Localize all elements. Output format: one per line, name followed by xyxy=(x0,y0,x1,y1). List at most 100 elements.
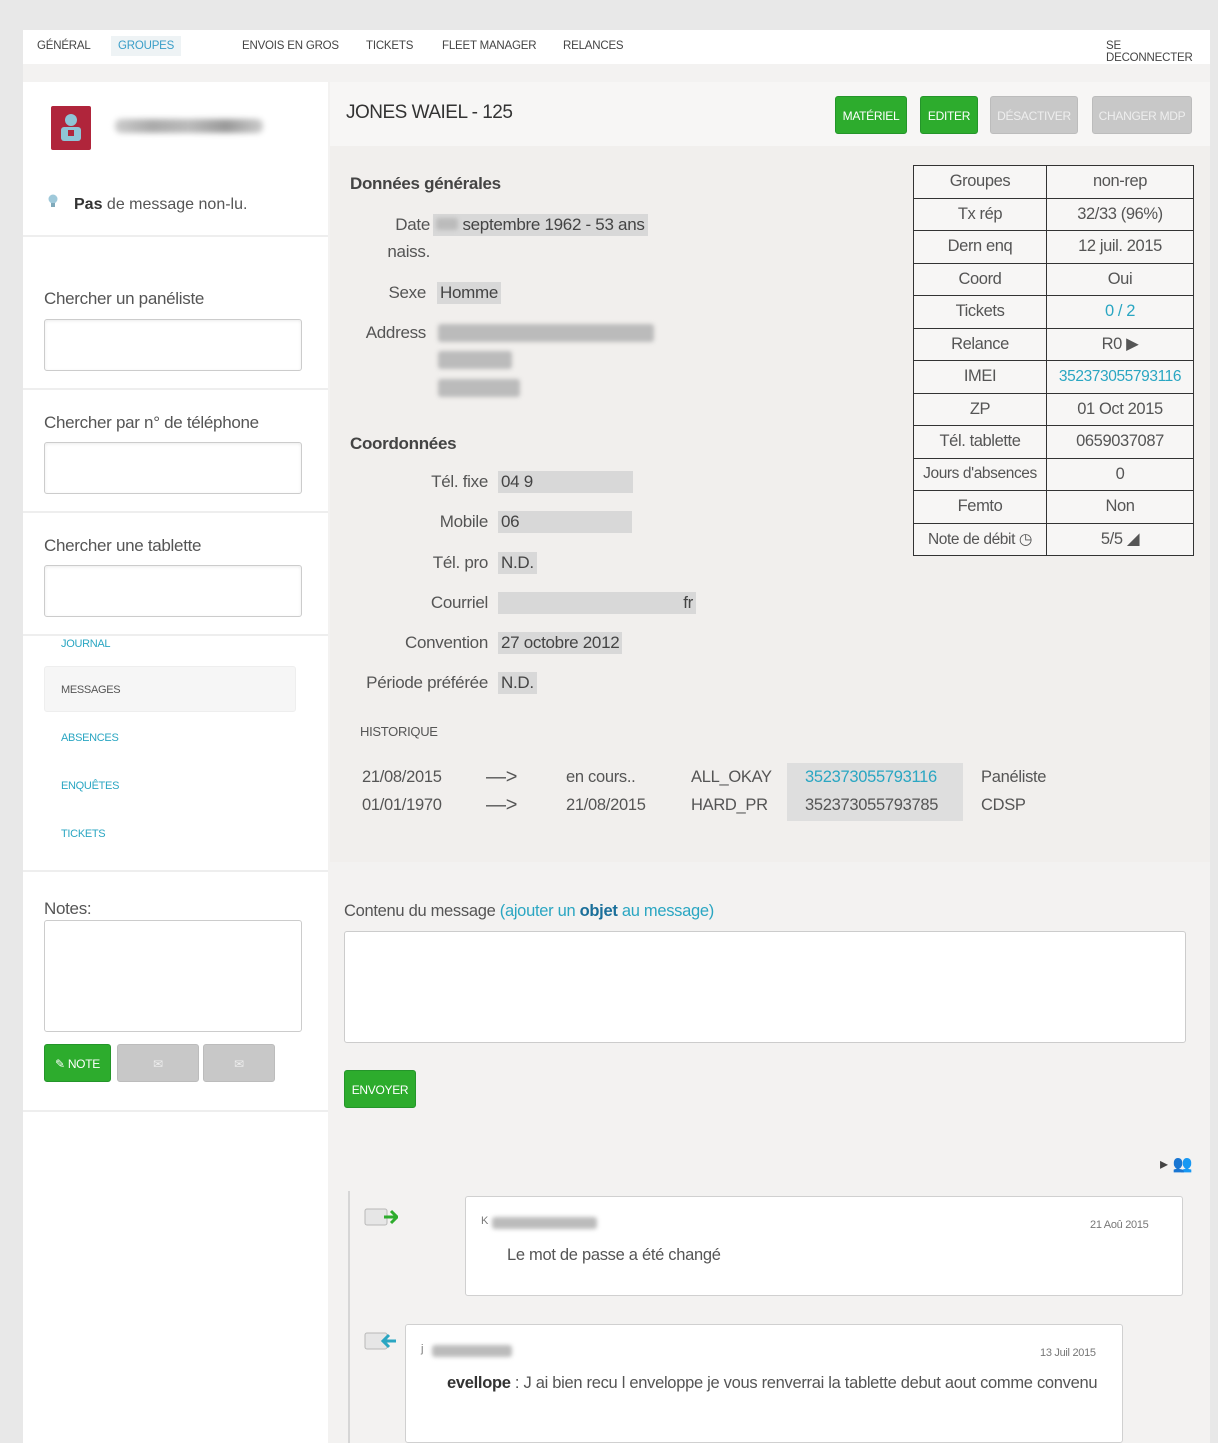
nav-groupes[interactable]: GROUPES xyxy=(111,36,182,56)
chart-icon: ◢ xyxy=(1126,530,1140,549)
info-key: Jours d'absences xyxy=(913,457,1047,491)
table-row: Tél. tablette 0659037087 xyxy=(913,425,1194,459)
relance-value[interactable]: R0 ▶ xyxy=(1046,327,1194,361)
sex-value: Homme xyxy=(437,282,502,304)
divider xyxy=(23,388,328,390)
message-text: Le mot de passe a été changé xyxy=(507,1246,721,1264)
message-author: j xyxy=(421,1343,424,1355)
notes-textarea[interactable] xyxy=(44,920,302,1032)
info-value: Oui xyxy=(1046,262,1194,296)
nav-tickets[interactable]: TICKETS xyxy=(366,40,413,52)
send-button[interactable]: ENVOYER xyxy=(344,1070,416,1108)
message-date: 21 Aoû 2015 xyxy=(1090,1219,1149,1231)
dob-label-2: naiss. xyxy=(387,242,430,261)
panelist-header: JONES WAIEL - 125 MATÉRIEL EDITER DÉSACT… xyxy=(330,82,1210,146)
divider xyxy=(23,1110,328,1112)
mobile-value: 06 xyxy=(498,511,632,533)
message-author: K xyxy=(481,1215,489,1227)
nav-relances[interactable]: RELANCES xyxy=(563,40,624,52)
message-card: K 21 Aoû 2015 Le mot de passe a été chan… xyxy=(465,1196,1183,1296)
note-button-2[interactable]: ✉ xyxy=(117,1044,199,1082)
info-key: Note de débit ◷ xyxy=(913,522,1047,556)
info-value: 32/33 (96%) xyxy=(1046,197,1194,231)
info-value: 12 juil. 2015 xyxy=(1046,230,1194,264)
note-button[interactable]: ✎ NOTE xyxy=(44,1044,111,1082)
subnav-journal[interactable]: JOURNAL xyxy=(61,638,111,650)
panelist-info-table: Groupes non-rep Tx rép 32/33 (96%) Dern en… xyxy=(913,165,1194,556)
search-panelist-label: Chercher un panéliste xyxy=(44,289,205,308)
sidebar: Pas de message non-lu. Chercher un panél… xyxy=(23,82,328,1443)
history-arrow: —> xyxy=(486,794,518,816)
info-value: 0 xyxy=(1046,457,1194,491)
message-textarea[interactable] xyxy=(344,931,1186,1043)
note-button-3[interactable]: ✉ xyxy=(203,1044,275,1082)
info-key: Dern enq xyxy=(913,230,1047,264)
table-row: Note de débit ◷ 5/5 ◢ xyxy=(913,522,1194,556)
outgoing-message-icon xyxy=(364,1208,398,1226)
top-nav: GÉNÉRAL GROUPES ENVOIS EN GROS TICKETS F… xyxy=(23,30,1210,64)
info-key: ZP xyxy=(913,392,1047,426)
table-row: Groupes non-rep xyxy=(913,165,1194,199)
search-panelist-input[interactable] xyxy=(44,319,302,371)
subnav-tickets[interactable]: TICKETS xyxy=(61,828,106,840)
desactiver-button[interactable]: DÉSACTIVER xyxy=(990,96,1078,134)
materiel-button[interactable]: MATÉRIEL xyxy=(835,96,907,134)
info-key: Tx rép xyxy=(913,197,1047,231)
info-value: 5/5 ◢ xyxy=(1046,522,1194,556)
subnav-enquetes[interactable]: ENQUÊTES xyxy=(61,780,119,792)
imei-link[interactable]: 352373055793116 xyxy=(1046,360,1194,394)
info-value: 0659037087 xyxy=(1046,425,1194,459)
info-key: Coord xyxy=(913,262,1047,296)
info-value: non-rep xyxy=(1046,165,1194,199)
message-card: j 13 Juil 2015 evellope : J ai bien recu… xyxy=(405,1324,1123,1443)
nav-envois-en-gros[interactable]: ENVOIS EN GROS xyxy=(242,40,339,52)
contacts-toggle-icon[interactable]: ▸ 👥 xyxy=(1160,1154,1192,1174)
search-tablet-label: Chercher une tablette xyxy=(44,536,202,555)
subnav-messages[interactable]: MESSAGES xyxy=(61,684,121,696)
history-title: HISTORIQUE xyxy=(360,724,438,739)
history-to: en cours.. xyxy=(566,768,636,786)
tickets-link[interactable]: 0 / 2 xyxy=(1046,295,1194,329)
info-value: 01 Oct 2015 xyxy=(1046,392,1194,426)
divider xyxy=(23,235,328,237)
message-text: evellope : J ai bien recu l enveloppe je… xyxy=(447,1374,1098,1392)
table-row: Femto Non xyxy=(913,490,1194,524)
subnav-absences[interactable]: ABSENCES xyxy=(61,732,119,744)
pro-value: N.D. xyxy=(498,552,537,574)
table-row: Jours d'absences 0 xyxy=(913,457,1194,491)
search-phone-label: Chercher par n° de téléphone xyxy=(44,413,259,432)
pro-label: Tél. pro xyxy=(432,553,489,572)
nav-general[interactable]: GÉNÉRAL xyxy=(37,40,91,52)
envelope-icon: ✉ xyxy=(153,1057,163,1071)
table-row: Tx rép 32/33 (96%) xyxy=(913,197,1194,231)
fixe-value: 04 9 xyxy=(498,471,633,493)
history-arrow: —> xyxy=(486,766,518,788)
info-key: Tél. tablette xyxy=(913,425,1047,459)
history-role: CDSP xyxy=(981,796,1026,814)
table-row: ZP 01 Oct 2015 xyxy=(913,392,1194,426)
clock-icon[interactable]: ◷ xyxy=(1019,531,1033,548)
app-frame: GÉNÉRAL GROUPES ENVOIS EN GROS TICKETS F… xyxy=(23,30,1210,1443)
avatar-icon xyxy=(61,114,81,141)
panelist-title: JONES WAIEL - 125 xyxy=(346,102,513,123)
history-imei: 352373055793785 xyxy=(805,796,939,814)
history-role: Panéliste xyxy=(981,768,1047,786)
table-row: Relance R0 ▶ xyxy=(913,327,1194,361)
add-subject-link[interactable]: (ajouter un objet au message) xyxy=(500,902,714,920)
info-value: Non xyxy=(1046,490,1194,524)
history-from: 21/08/2015 xyxy=(362,768,442,786)
email-value: fr xyxy=(498,592,696,614)
search-phone-input[interactable] xyxy=(44,442,302,494)
logout-link[interactable]: SE DECONNECTER xyxy=(1106,40,1210,64)
history-imei-link[interactable]: 352373055793116 xyxy=(805,768,937,787)
search-tablet-input[interactable] xyxy=(44,565,302,617)
message-date: 13 Juil 2015 xyxy=(1040,1347,1096,1359)
table-row: Coord Oui xyxy=(913,262,1194,296)
nav-fleet-manager[interactable]: FLEET MANAGER xyxy=(442,40,537,52)
info-key: Femto xyxy=(913,490,1047,524)
envelope-icon: ✉ xyxy=(234,1057,244,1071)
changer-mdp-button[interactable]: CHANGER MDP xyxy=(1092,96,1192,134)
period-label: Période préférée xyxy=(366,673,488,692)
history-to: 21/08/2015 xyxy=(566,796,646,814)
editer-button[interactable]: EDITER xyxy=(920,96,978,134)
